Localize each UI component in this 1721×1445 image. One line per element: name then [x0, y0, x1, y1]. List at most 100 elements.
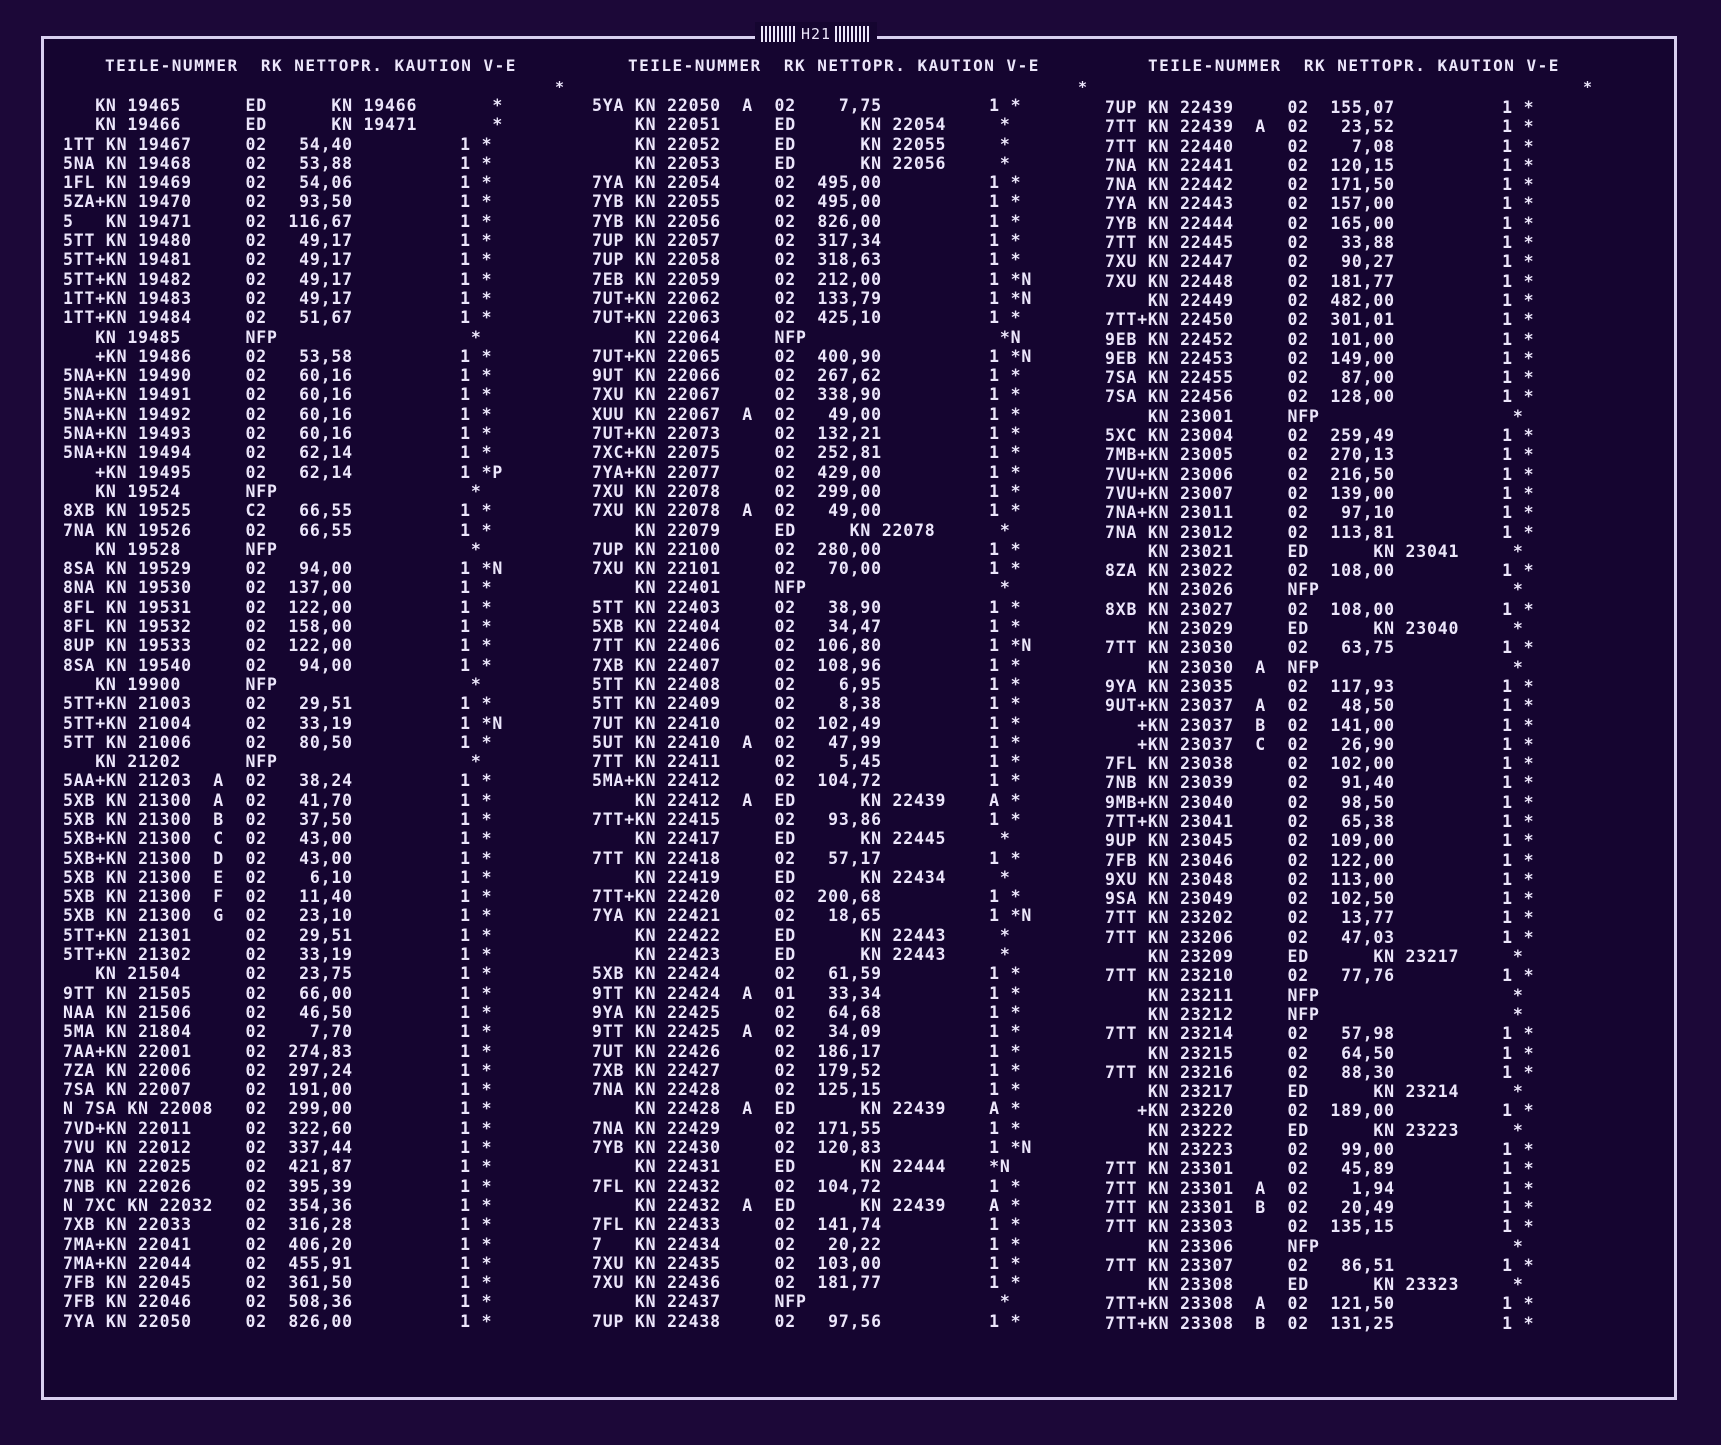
price-row: KN 22428 A ED KN 22439 A * [592, 1099, 1022, 1119]
price-row: 7NA+KN 23011 02 97,10 1 * [1105, 503, 1535, 523]
price-row: 7YA+KN 22077 02 429,00 1 * [592, 462, 1022, 482]
price-list-column-1: KN 19465 ED KN 19466 * KN 19466 ED KN 19… [63, 96, 503, 1331]
price-row: 7XU KN 22436 02 181,77 1 * [592, 1273, 1022, 1293]
price-row: 7NA KN 22441 02 120,15 1 * [1105, 155, 1535, 175]
column-star-2: * [1078, 78, 1088, 96]
price-row: KN 19900 NFP * [63, 674, 482, 694]
price-row: 5XB KN 22424 02 61,59 1 * [592, 964, 1022, 984]
price-row: KN 22437 NFP * [592, 1292, 1011, 1312]
price-row: 7XB KN 22407 02 108,96 1 * [592, 655, 1022, 675]
price-row: 5XB KN 21300 E 02 6,10 1 * [63, 867, 493, 887]
price-row: 7FL KN 22432 02 104,72 1 * [592, 1176, 1022, 1196]
price-row: 7TT KN 23303 02 135,15 1 * [1105, 1217, 1535, 1237]
price-row: 7YB KN 22430 02 120,83 1 *N [592, 1138, 1033, 1158]
price-row: 5TT+KN 21004 02 33,19 1 *N [63, 713, 504, 733]
price-row: 9UT KN 22066 02 267,62 1 * [592, 366, 1022, 386]
price-row: 7SA KN 22007 02 191,00 1 * [63, 1080, 493, 1100]
price-row: 7NA KN 22429 02 171,55 1 * [592, 1118, 1022, 1138]
price-row: KN 22052 ED KN 22055 * [592, 134, 1011, 154]
price-row: 5TT+KN 21003 02 29,51 1 * [63, 694, 493, 714]
price-row: 5 KN 19471 02 116,67 1 * [63, 211, 493, 231]
price-row: 9TT KN 22425 A 02 34,09 1 * [592, 1022, 1022, 1042]
price-row: 5TT KN 22408 02 6,95 1 * [592, 674, 1022, 694]
price-row: 7YB KN 22055 02 495,00 1 * [592, 192, 1022, 212]
price-row: KN 22079 ED KN 22078 * [592, 520, 1011, 540]
price-row: 5TT KN 21006 02 80,50 1 * [63, 732, 493, 752]
price-row: 7YB KN 22056 02 826,00 1 * [592, 211, 1022, 231]
price-row: 7FB KN 23046 02 122,00 1 * [1105, 850, 1535, 870]
price-row: 7UT+KN 22073 02 132,21 1 * [592, 424, 1022, 444]
column-header-3: TEILE-NUMMER RK NETTOPR. KAUTION V-E [1148, 56, 1560, 75]
price-row: KN 23217 ED KN 23214 * [1105, 1082, 1524, 1102]
price-row: KN 23306 NFP * [1105, 1236, 1524, 1256]
price-row: KN 22431 ED KN 22444 *N [592, 1157, 1011, 1177]
price-row: 7TT KN 23301 A 02 1,94 1 * [1105, 1178, 1535, 1198]
price-row: 8FL KN 19532 02 158,00 1 * [63, 617, 493, 637]
page-tag: H21 [755, 22, 878, 46]
price-row: 9SA KN 23049 02 102,50 1 * [1105, 889, 1535, 909]
price-row: 7TT KN 23214 02 57,98 1 * [1105, 1024, 1535, 1044]
price-row: 7ZA KN 22006 02 297,24 1 * [63, 1060, 493, 1080]
price-row: 7TT+KN 23308 B 02 131,25 1 * [1105, 1313, 1535, 1333]
price-row: 5XB KN 21300 F 02 11,40 1 * [63, 887, 493, 907]
price-row: 9TT KN 22424 A 01 33,34 1 * [592, 983, 1022, 1003]
price-row: 5NA+KN 19491 02 60,16 1 * [63, 385, 493, 405]
price-row: 7UT+KN 22063 02 425,10 1 * [592, 308, 1022, 328]
price-row: +KN 19495 02 62,14 1 *P [63, 462, 504, 482]
price-row: 7TT KN 23202 02 13,77 1 * [1105, 908, 1535, 928]
price-row: 7VU+KN 23006 02 216,50 1 * [1105, 464, 1535, 484]
price-row: KN 21202 NFP * [63, 752, 482, 772]
price-row: KN 22051 ED KN 22054 * [592, 115, 1011, 135]
price-list-column-2: 5YA KN 22050 A 02 7,75 1 * KN 22051 ED K… [592, 96, 1032, 1331]
price-row: 9UP KN 23045 02 109,00 1 * [1105, 831, 1535, 851]
price-row: 7UT KN 22410 02 102,49 1 * [592, 713, 1022, 733]
price-row: KN 23021 ED KN 23041 * [1105, 541, 1524, 561]
price-row: 7XU KN 22078 02 299,00 1 * [592, 481, 1022, 501]
price-row: 7AA+KN 22001 02 274,83 1 * [63, 1041, 493, 1061]
price-row: KN 22401 NFP * [592, 578, 1011, 598]
price-row: 5NA+KN 19492 02 60,16 1 * [63, 404, 493, 424]
price-row: 9XU KN 23048 02 113,00 1 * [1105, 869, 1535, 889]
price-row: +KN 19486 02 53,58 1 * [63, 346, 493, 366]
price-row: KN 23223 02 99,00 1 * [1105, 1140, 1535, 1160]
price-row: KN 22419 ED KN 22434 * [592, 867, 1011, 887]
price-row: KN 23211 NFP * [1105, 985, 1524, 1005]
price-row: 9YA KN 22425 02 64,68 1 * [592, 1002, 1022, 1022]
price-row: 8NA KN 19530 02 137,00 1 * [63, 578, 493, 598]
price-row: 9MB+KN 23040 02 98,50 1 * [1105, 792, 1535, 812]
price-row: 7TT KN 22406 02 106,80 1 *N [592, 636, 1033, 656]
price-row: 7TT+KN 23308 A 02 121,50 1 * [1105, 1294, 1535, 1314]
price-row: 7UP KN 22100 02 280,00 1 * [592, 539, 1022, 559]
price-row: 7FL KN 22433 02 141,74 1 * [592, 1215, 1022, 1235]
price-row: KN 23026 NFP * [1105, 580, 1524, 600]
price-row: 7TT KN 22440 02 7,08 1 * [1105, 136, 1535, 156]
price-row: 7UP KN 22439 02 155,07 1 * [1105, 98, 1535, 117]
column-star-3: * [1583, 78, 1593, 96]
price-row: 7NA KN 22442 02 171,50 1 * [1105, 175, 1535, 195]
price-row: 8FL KN 19531 02 122,00 1 * [63, 597, 493, 617]
price-row: KN 22423 ED KN 22443 * [592, 945, 1011, 965]
price-row: KN 19524 NFP * [63, 481, 482, 501]
price-row: 5TT KN 22409 02 8,38 1 * [592, 694, 1022, 714]
price-row: 7YB KN 22444 02 165,00 1 * [1105, 213, 1535, 233]
price-row: 7UP KN 22058 02 318,63 1 * [592, 250, 1022, 270]
price-row: KN 23001 NFP * [1105, 406, 1524, 426]
price-row: 7XB KN 22033 02 316,28 1 * [63, 1215, 493, 1235]
price-row: 9EB KN 22452 02 101,00 1 * [1105, 329, 1535, 349]
price-row: 8ZA KN 23022 02 108,00 1 * [1105, 561, 1535, 581]
price-row: 7YA KN 22421 02 18,65 1 *N [592, 906, 1033, 926]
price-row: 8SA KN 19540 02 94,00 1 * [63, 655, 493, 675]
price-row: 7 KN 22434 02 20,22 1 * [592, 1234, 1022, 1254]
price-row: 9EB KN 22453 02 149,00 1 * [1105, 348, 1535, 368]
price-row: 7YA KN 22050 02 826,00 1 * [63, 1311, 493, 1331]
price-row: 8XB KN 19525 C2 66,55 1 * [63, 501, 493, 521]
price-row: 7NA KN 22025 02 421,87 1 * [63, 1157, 493, 1177]
price-row: 7TT KN 22411 02 5,45 1 * [592, 752, 1022, 772]
price-row: 8SA KN 19529 02 94,00 1 *N [63, 559, 504, 579]
price-row: 7TT KN 23307 02 86,51 1 * [1105, 1255, 1535, 1275]
price-row: 5TT KN 19480 02 49,17 1 * [63, 231, 493, 251]
price-row: 7YA KN 22054 02 495,00 1 * [592, 173, 1022, 193]
price-row: 7UP KN 22057 02 317,34 1 * [592, 231, 1022, 251]
price-row: 7UT KN 22426 02 186,17 1 * [592, 1041, 1022, 1061]
price-row: 7XU KN 22435 02 103,00 1 * [592, 1253, 1022, 1273]
